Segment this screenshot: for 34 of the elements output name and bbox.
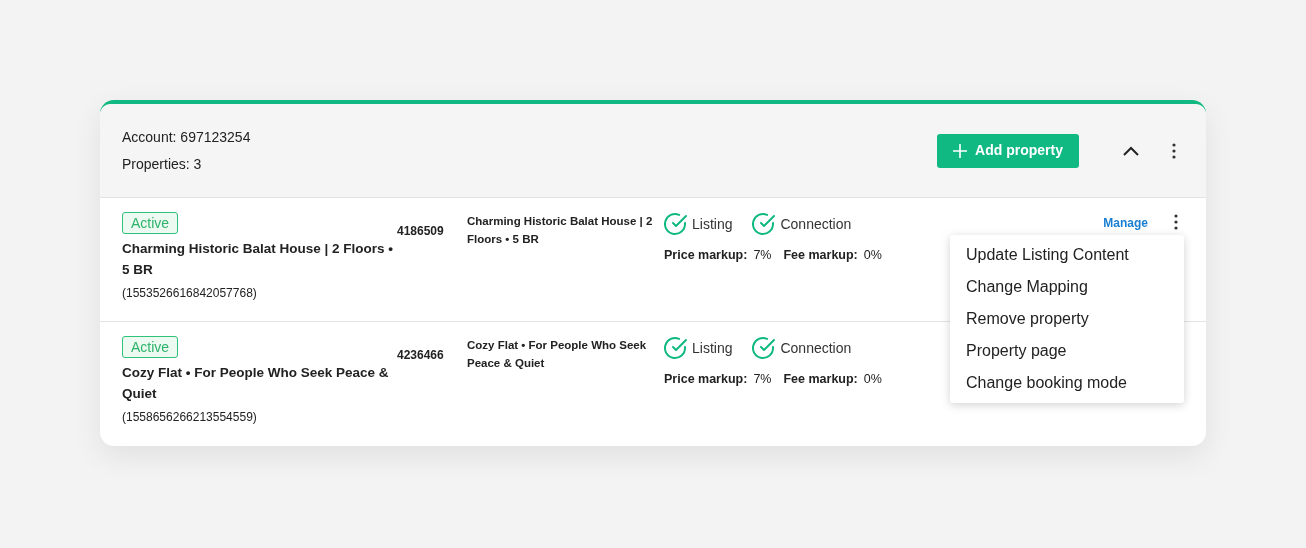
- check-label: Listing: [692, 214, 733, 234]
- listing-title: Charming Historic Balat House | 2 Floors • 5 BR: [467, 214, 654, 247]
- property-id: (1553526616842057768): [122, 285, 257, 302]
- properties-count: Properties: 3: [122, 154, 203, 174]
- fee-markup-label: Fee markup:: [783, 371, 858, 388]
- more-icon[interactable]: [1172, 142, 1176, 159]
- menu-item[interactable]: Change Mapping: [950, 271, 1184, 303]
- fee-markup-value: 0%: [863, 371, 882, 388]
- fee-markup-value: 0%: [863, 247, 882, 264]
- status-badge: Active: [122, 336, 179, 358]
- plus-icon: [953, 143, 968, 158]
- check-label: Listing: [692, 338, 733, 358]
- listing-code: 4236466: [397, 347, 445, 364]
- check-label: Connection: [780, 338, 852, 358]
- listing-code: 4186509: [397, 223, 445, 240]
- menu-item[interactable]: Remove property: [950, 303, 1184, 335]
- menu-item[interactable]: Change booking mode: [950, 367, 1184, 399]
- manage-link[interactable]: Manage: [1103, 216, 1148, 230]
- fee-markup-label: Fee markup:: [783, 247, 858, 264]
- price-markup-label: Price markup:: [664, 371, 748, 388]
- menu-item[interactable]: Property page: [950, 335, 1184, 367]
- listing-title: Cozy Flat • For People Who Seek Peace & Quiet: [467, 338, 648, 371]
- account-number: Account: 697123254: [122, 127, 251, 147]
- status-badge: Active: [122, 212, 179, 234]
- check-label: Connection: [780, 214, 852, 234]
- property-title: Cozy Flat • For People Who Seek Peace & Quiet: [122, 364, 390, 403]
- property-id: (1558656266213554559): [122, 409, 257, 426]
- price-markup-value: 7%: [753, 371, 772, 388]
- price-markup-value: 7%: [753, 247, 772, 264]
- more-icon[interactable]: [1174, 214, 1178, 230]
- price-markup-label: Price markup:: [664, 247, 748, 264]
- collapse-chevron-icon[interactable]: [1123, 145, 1139, 156]
- property-title: Charming Historic Balat House | 2 Floors • 5 BR: [122, 240, 395, 279]
- menu-item[interactable]: Update Listing Content: [950, 239, 1184, 271]
